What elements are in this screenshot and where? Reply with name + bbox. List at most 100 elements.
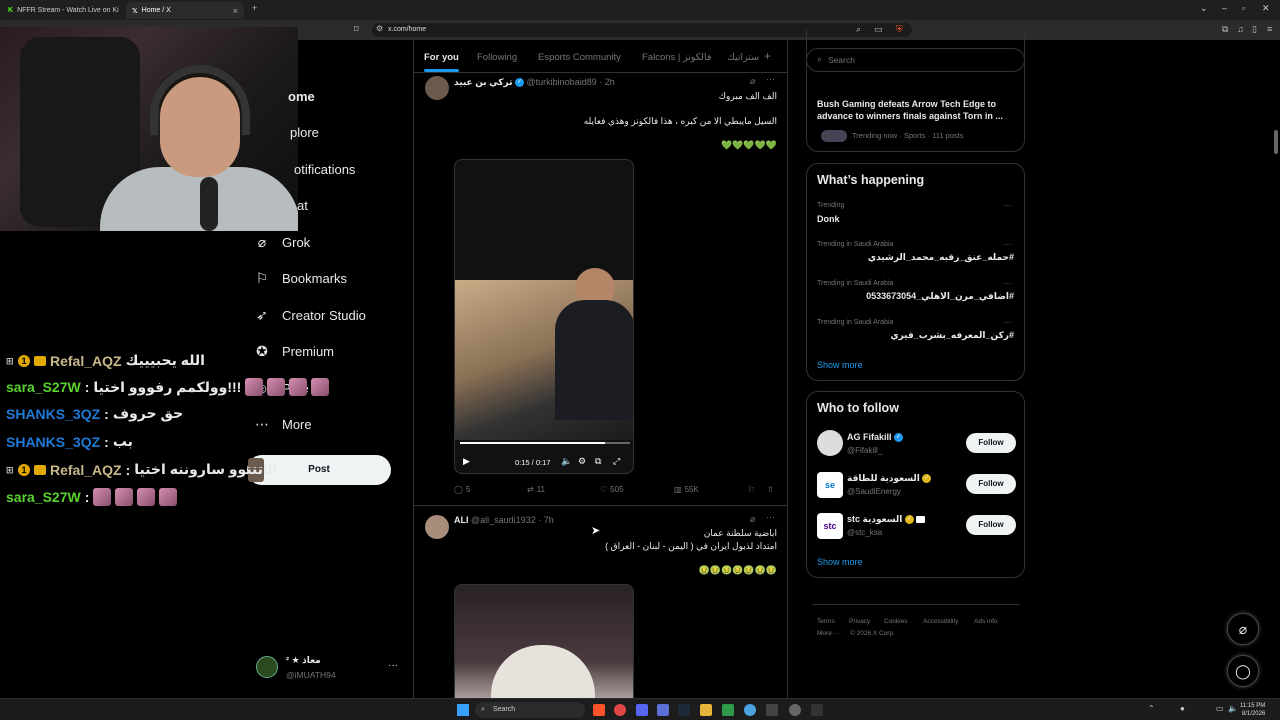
tab-stratek[interactable]: ستراتيك bbox=[727, 52, 759, 63]
tweet-author-avatar[interactable] bbox=[425, 76, 449, 100]
trend-name[interactable]: #اضافي_مرن_الاهلي_0533673054 bbox=[866, 291, 1014, 302]
close-tab-icon[interactable]: × bbox=[233, 6, 238, 16]
nav-more[interactable]: ⋯ More bbox=[254, 416, 312, 432]
media-icon[interactable]: ♫ bbox=[1237, 24, 1244, 34]
trend-name[interactable]: Donk bbox=[817, 214, 840, 224]
app-icon[interactable] bbox=[722, 704, 734, 716]
tweet-author-handle[interactable]: @ali_saudi1932 bbox=[471, 515, 536, 525]
add-tab-icon[interactable]: + bbox=[764, 49, 771, 63]
follow-button[interactable]: Follow bbox=[966, 474, 1016, 494]
play-icon[interactable]: ▶ bbox=[463, 456, 470, 467]
taskbar-clock[interactable]: 11:15 PM 8/1/2026 bbox=[1240, 702, 1265, 718]
page-scrollbar[interactable] bbox=[1274, 130, 1278, 154]
stc-logo-icon[interactable]: stc bbox=[817, 513, 843, 539]
discord-icon[interactable] bbox=[636, 704, 648, 716]
follow-name[interactable]: stc السعودية bbox=[847, 514, 902, 524]
chevron-down-icon[interactable]: ⌄ bbox=[1200, 3, 1208, 14]
tweet-author-avatar[interactable] bbox=[425, 515, 449, 539]
follow-button[interactable]: Follow bbox=[966, 515, 1016, 535]
follow-avatar[interactable] bbox=[817, 430, 843, 456]
trend-more-icon[interactable]: ··· bbox=[1003, 279, 1011, 288]
app-icon[interactable] bbox=[657, 704, 669, 716]
new-tab-icon[interactable]: + bbox=[252, 3, 257, 13]
footer-terms-link[interactable]: Terms bbox=[817, 618, 835, 625]
folder-icon[interactable] bbox=[700, 704, 712, 716]
close-window-icon[interactable]: ✕ bbox=[1262, 3, 1270, 14]
tab-esports-community[interactable]: Esports Community bbox=[538, 52, 621, 63]
follow-name[interactable]: السعودية للطاقة bbox=[847, 473, 920, 483]
show-more-follow-link[interactable]: Show more bbox=[817, 557, 863, 567]
app-icon[interactable] bbox=[614, 704, 626, 716]
nav-notifications[interactable]: otifications bbox=[294, 162, 355, 177]
bookmark-page-icon[interactable]: ⌑ bbox=[354, 24, 359, 35]
grok-explain-icon[interactable]: ⌀ bbox=[750, 76, 755, 87]
show-more-trends-link[interactable]: Show more bbox=[817, 360, 863, 370]
extensions-icon[interactable]: ⧉ bbox=[1222, 24, 1228, 35]
steam-icon[interactable] bbox=[678, 704, 690, 716]
browser-tab-stream[interactable]: K NFFR Stream - Watch Live on Ki bbox=[2, 2, 120, 19]
trend-more-icon[interactable]: ··· bbox=[1003, 201, 1011, 210]
like-button[interactable]: ♡ 505 bbox=[600, 485, 624, 494]
taskbar-search[interactable]: ⌕ Search bbox=[475, 702, 585, 718]
tray-chevron-icon[interactable]: ⌃ bbox=[1148, 704, 1155, 713]
tab-falcons[interactable]: Falcons | فالكونز bbox=[642, 52, 711, 63]
footer-more-link[interactable]: More ··· bbox=[817, 630, 840, 637]
footer-privacy-link[interactable]: Privacy bbox=[849, 618, 870, 625]
app-icon[interactable] bbox=[766, 704, 778, 716]
settings-icon[interactable] bbox=[789, 704, 801, 716]
minimize-icon[interactable]: – bbox=[1222, 3, 1227, 13]
tab-following[interactable]: Following bbox=[477, 52, 517, 63]
messages-float-button[interactable]: ◯ bbox=[1227, 655, 1259, 687]
follow-button[interactable]: Follow bbox=[966, 433, 1016, 453]
tweet-time[interactable]: · 7h bbox=[538, 515, 554, 525]
trend-more-icon[interactable]: ··· bbox=[1003, 318, 1011, 327]
nav-chat[interactable]: at bbox=[297, 198, 308, 213]
browser-tab-x[interactable]: 𝕏 Home / X × bbox=[126, 2, 244, 19]
site-info-icon[interactable]: ⚙ bbox=[376, 24, 383, 33]
trend-name[interactable]: #حمله_عنق_رقبه_محمد_الرشيدي bbox=[868, 252, 1014, 263]
grok-float-button[interactable]: ⌀ bbox=[1227, 613, 1259, 645]
share-icon[interactable]: ⇧ bbox=[767, 485, 774, 494]
volume-icon[interactable]: 🔈 bbox=[1228, 704, 1238, 713]
nav-bookmarks[interactable]: ⚐ Bookmarks bbox=[254, 270, 347, 286]
account-more-icon[interactable]: ··· bbox=[388, 660, 398, 671]
repost-button[interactable]: ⇄ 11 bbox=[527, 485, 545, 494]
maximize-icon[interactable]: ▫ bbox=[1242, 3, 1245, 13]
grok-explain-icon[interactable]: ⌀ bbox=[750, 514, 755, 525]
mic-icon[interactable]: ● bbox=[1180, 704, 1185, 713]
nav-home[interactable]: ome bbox=[288, 89, 315, 104]
volume-icon[interactable]: 🔈 bbox=[561, 456, 572, 467]
nav-premium[interactable]: ✪ Premium bbox=[254, 343, 334, 359]
footer-cookies-link[interactable]: Cookies bbox=[884, 618, 907, 625]
pip-icon[interactable]: ⧉ bbox=[595, 456, 601, 467]
reply-button[interactable]: ◯ 5 bbox=[454, 485, 470, 494]
footer-ads-link[interactable]: Ads info bbox=[974, 618, 998, 625]
views-button[interactable]: ▥ 55K bbox=[674, 485, 699, 494]
footer-accessibility-link[interactable]: Accessibility bbox=[923, 618, 958, 625]
tab-for-you[interactable]: For you bbox=[424, 52, 459, 72]
tweet-more-icon[interactable]: ··· bbox=[766, 74, 775, 84]
trend-name[interactable]: #ركن_المعرفه_بشرب_فيري bbox=[890, 330, 1014, 341]
chrome-icon[interactable] bbox=[744, 704, 756, 716]
app-icon[interactable] bbox=[811, 704, 823, 716]
brave-icon[interactable] bbox=[593, 704, 605, 716]
tweet-author-name[interactable]: تركي بن عبيد bbox=[454, 77, 513, 87]
network-icon[interactable]: ▭ bbox=[1216, 704, 1224, 713]
follow-name[interactable]: AG Fifakill bbox=[847, 432, 892, 442]
bookmark-icon[interactable]: ⚐ bbox=[748, 485, 755, 494]
settings-icon[interactable]: ⚙ bbox=[578, 456, 586, 467]
account-avatar[interactable] bbox=[256, 656, 278, 678]
sidebar-icon[interactable]: ▯ bbox=[1252, 24, 1257, 35]
tweet-more-icon[interactable]: ··· bbox=[766, 512, 775, 522]
saudi-energy-logo-icon[interactable]: se bbox=[817, 472, 843, 498]
tweet-video[interactable] bbox=[454, 584, 634, 700]
windows-start-icon[interactable] bbox=[457, 704, 469, 716]
trend-more-icon[interactable]: ··· bbox=[1003, 240, 1011, 249]
tweet-author-name[interactable]: ALI bbox=[454, 515, 469, 525]
tweet-time[interactable]: · 2h bbox=[599, 77, 615, 87]
nav-grok[interactable]: ⌀ Grok bbox=[254, 234, 310, 250]
nav-explore[interactable]: plore bbox=[290, 125, 319, 140]
tweet-video[interactable]: ▶ 0:15 / 0:17 🔈 ⚙ ⧉ ⤢ bbox=[454, 159, 634, 474]
tweet-author-handle[interactable]: @turkibinobaid89 bbox=[527, 77, 597, 87]
news-title[interactable]: Bush Gaming defeats Arrow Tech Edge to a… bbox=[817, 98, 1017, 122]
